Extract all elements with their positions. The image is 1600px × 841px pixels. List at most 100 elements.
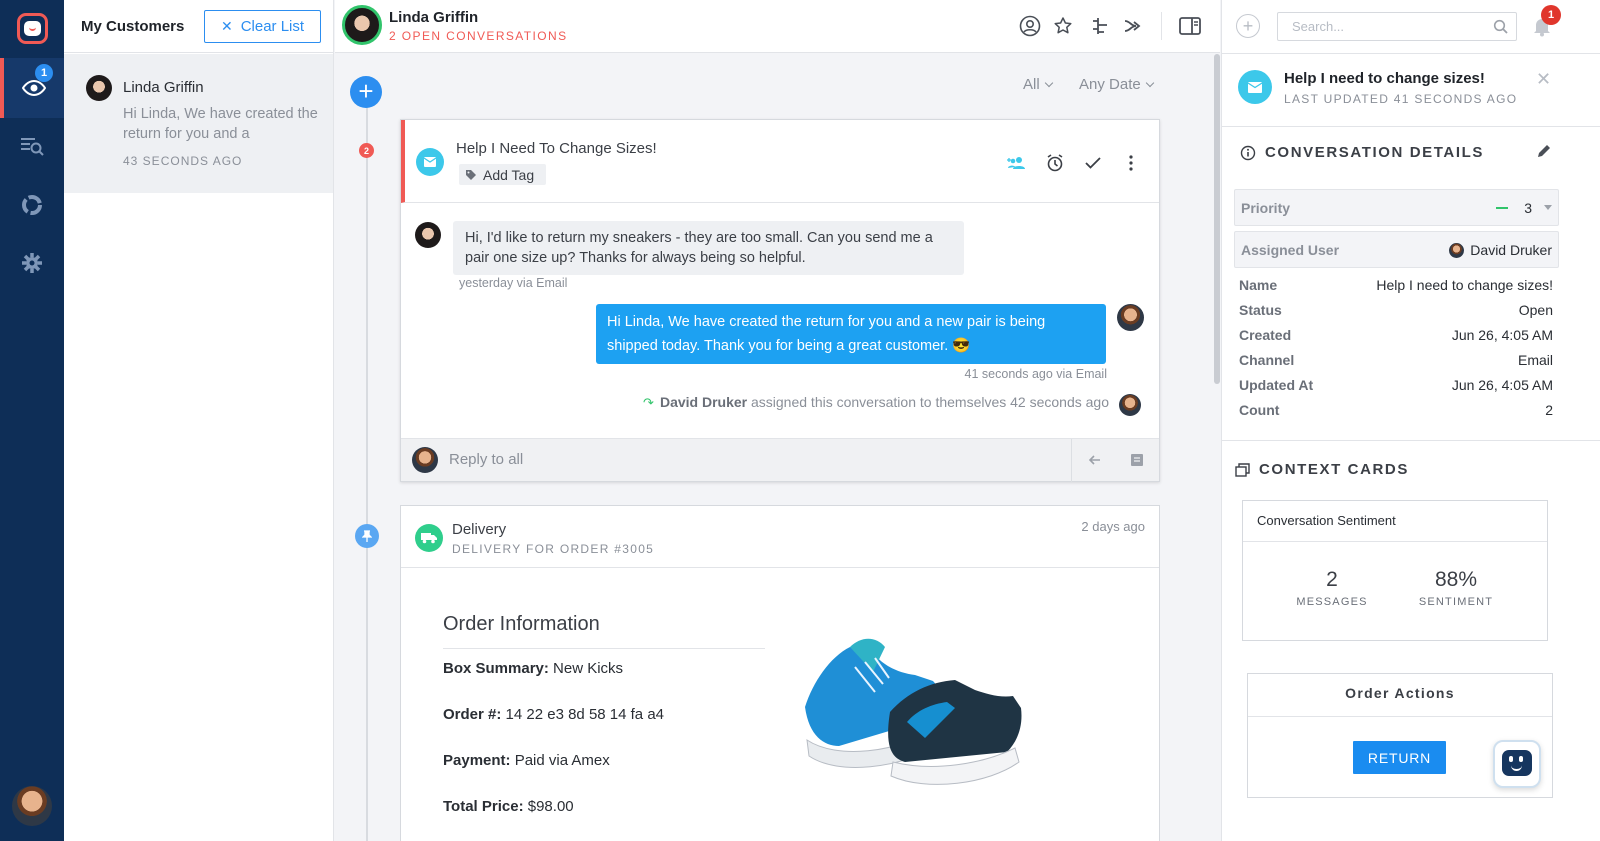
conversation-column: + All Any Date 2 Help I Need To Change S…: [335, 54, 1215, 841]
panel-conversation-updated: LAST UPDATED 41 SECONDS AGO: [1284, 92, 1518, 106]
order-label: Order #:: [443, 706, 502, 723]
order-actions-divider: [1248, 716, 1552, 717]
chevron-down-icon: [1544, 204, 1552, 210]
user-avatar[interactable]: [12, 786, 52, 826]
customer-name: Linda Griffin: [123, 79, 204, 96]
sentiment-title: Conversation Sentiment: [1257, 513, 1396, 528]
search-icon: [1493, 19, 1508, 34]
chat-bot-launcher[interactable]: [1493, 740, 1541, 788]
assignment-avatar: [1119, 394, 1141, 416]
pencil-icon[interactable]: [1536, 143, 1552, 159]
priority-value: 3: [1524, 200, 1532, 216]
app-logo-icon[interactable]: [17, 13, 48, 44]
order-value: 14 22 e3 8d 58 14 fa a4: [505, 706, 665, 723]
detail-key: Channel: [1239, 352, 1295, 368]
reply-icon[interactable]: [1085, 450, 1105, 470]
open-conversations-count: 2 OPEN CONVERSATIONS: [389, 29, 568, 43]
detail-value: Email: [1517, 352, 1553, 368]
customer-list-item[interactable]: Linda Griffin Hi Linda, We have created …: [64, 54, 333, 193]
type-filter[interactable]: All: [1023, 76, 1052, 93]
delivery-time: 2 days ago: [1081, 519, 1145, 534]
merge-icon[interactable]: [1120, 13, 1146, 39]
conversation-header: Linda Griffin 2 OPEN CONVERSATIONS: [335, 0, 1220, 53]
messages-stat: 2: [1326, 568, 1338, 591]
close-icon[interactable]: ✕: [1536, 69, 1551, 90]
order-value: $98.00: [527, 798, 574, 815]
bot-face-icon: [1502, 750, 1532, 776]
left-nav: 1: [0, 0, 64, 841]
email-icon: [1238, 70, 1272, 104]
conversation-card: Help I Need To Change Sizes! Add Tag Hi,…: [400, 119, 1160, 482]
nav-item-customers[interactable]: [0, 58, 64, 118]
delivery-card: Delivery DELIVERY FOR ORDER #3005 2 days…: [400, 505, 1160, 841]
add-tag-button[interactable]: Add Tag: [459, 164, 547, 185]
nav-badge: 1: [35, 64, 53, 82]
cards-icon: [1235, 463, 1250, 477]
return-button[interactable]: RETURN: [1353, 741, 1446, 774]
panel-divider: [1222, 53, 1600, 54]
outgoing-message: Hi Linda, We have created the return for…: [596, 304, 1106, 364]
order-line-box-summary: Box Summary: New Kicks: [443, 660, 623, 677]
notes-icon[interactable]: [1127, 450, 1147, 470]
sidebar-toggle-icon[interactable]: [1177, 13, 1203, 39]
assignment-text: assigned this conversation to themselves…: [751, 394, 1109, 410]
detail-key: Count: [1239, 402, 1280, 418]
priority-label: Priority: [1241, 200, 1291, 216]
add-tag-label: Add Tag: [483, 166, 535, 183]
order-line-total: Total Price: $98.00: [443, 798, 574, 815]
info-icon: [1240, 145, 1256, 161]
order-value: New Kicks: [553, 660, 624, 677]
date-filter[interactable]: Any Date: [1079, 76, 1153, 93]
conversation-scrollbar[interactable]: [1214, 54, 1220, 384]
outgoing-message-meta: 41 seconds ago via Email: [964, 367, 1107, 381]
assignment-agent: David Druker: [659, 394, 748, 410]
star-icon[interactable]: [1050, 13, 1076, 39]
reply-input[interactable]: Reply to all: [449, 451, 523, 468]
snooze-icon[interactable]: [1044, 152, 1066, 174]
detail-value: 2: [1545, 402, 1553, 418]
tree-icon[interactable]: [1087, 13, 1113, 39]
add-conversation-button[interactable]: +: [350, 76, 382, 108]
search-input[interactable]: Search...: [1277, 12, 1517, 41]
profile-icon[interactable]: [1017, 13, 1043, 39]
gear-icon: [22, 253, 42, 273]
order-info-title: Order Information: [443, 613, 600, 635]
reply-divider: [1071, 439, 1072, 482]
panel-divider: [1222, 440, 1600, 441]
detail-value: Open: [1518, 302, 1553, 318]
clear-list-button[interactable]: ✕ Clear List: [204, 10, 321, 43]
customer-avatar-large[interactable]: [342, 5, 382, 45]
assign-users-icon[interactable]: [1006, 152, 1028, 174]
order-label: Payment:: [443, 752, 511, 769]
timeline-line: [366, 102, 368, 841]
nav-item-settings[interactable]: [0, 233, 64, 293]
nav-item-search-list[interactable]: [0, 116, 64, 176]
order-line-order-number: Order #: 14 22 e3 8d 58 14 fa a4: [443, 706, 664, 723]
truck-icon: [415, 524, 443, 552]
check-icon[interactable]: [1082, 152, 1104, 174]
more-options-icon[interactable]: [1120, 152, 1142, 174]
incoming-message-meta: yesterday via Email: [459, 276, 568, 290]
add-icon[interactable]: +: [1236, 14, 1260, 38]
order-actions-title: Order Actions: [1345, 685, 1455, 701]
order-divider: [443, 648, 765, 649]
tag-icon: [466, 169, 476, 180]
assigned-user-value-wrap: David Druker: [1449, 242, 1552, 258]
product-image: [795, 612, 1028, 809]
search-list-icon: [21, 138, 44, 156]
customers-panel: My Customers ✕ Clear List Linda Griffin …: [64, 0, 334, 841]
customer-message-avatar: [415, 222, 441, 248]
priority-field[interactable]: Priority 3: [1234, 189, 1559, 226]
panel-divider: [1222, 126, 1600, 127]
panel-conversation-title: Help I need to change sizes!: [1284, 70, 1485, 87]
notification-badge: 1: [1541, 5, 1561, 25]
customer-time: 43 SECONDS AGO: [123, 154, 243, 168]
context-cards-title: CONTEXT CARDS: [1259, 461, 1409, 478]
nav-item-reports[interactable]: [0, 175, 64, 235]
assigned-user-field[interactable]: Assigned User David Druker: [1234, 231, 1559, 268]
agent-message-avatar: [1117, 304, 1144, 331]
conversation-count-badge: 2: [359, 143, 374, 158]
clear-list-label: Clear List: [240, 18, 305, 35]
header-customer-name: Linda Griffin: [389, 9, 479, 26]
customers-title: My Customers: [81, 17, 185, 35]
